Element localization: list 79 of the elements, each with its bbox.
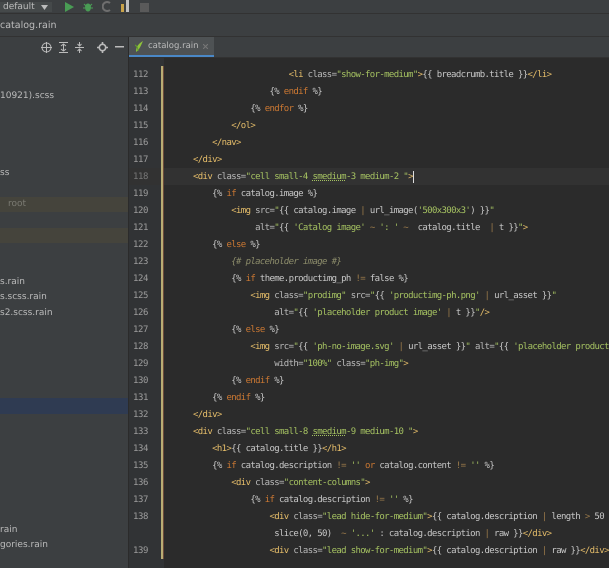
code-line: {% endfor %} bbox=[249, 104, 308, 114]
code-line: {% else %} bbox=[211, 240, 260, 250]
line-number: 127 bbox=[132, 324, 150, 334]
code-line: {% else %} bbox=[230, 324, 280, 334]
line-number: 130 bbox=[132, 376, 150, 386]
code-line: <img class="prodimg" src="{{ 'productimg-ph.png' | url_asset }}" bbox=[249, 290, 556, 300]
collapse-all-icon[interactable] bbox=[75, 42, 84, 52]
line-number: 113 bbox=[132, 86, 150, 96]
code-line: <div class="content-columns"> bbox=[230, 478, 370, 488]
line-number: 126 bbox=[132, 308, 150, 318]
line-number: 122 bbox=[132, 240, 150, 250]
code-line: <div class="lead hide-for-medium">{{ catalog.description | length > 50 bbox=[268, 512, 604, 522]
settings-icon[interactable] bbox=[97, 42, 108, 52]
code-line: slice(0, 50) ~ '...' : catalog.description | raw }}</div> bbox=[273, 528, 552, 538]
line-number: 136 bbox=[132, 478, 150, 488]
line-number: 120 bbox=[132, 206, 150, 216]
line-number: 134 bbox=[132, 444, 150, 454]
line-number: 124 bbox=[132, 274, 150, 284]
line-number: 133 bbox=[132, 426, 150, 436]
tree-row[interactable]: s2.scss.rain bbox=[0, 305, 128, 320]
breadcrumb-item[interactable]: catalog.rain bbox=[0, 20, 56, 30]
code-line: {# placeholder image #} bbox=[230, 256, 342, 266]
run-configuration-dropdown[interactable]: default bbox=[0, 2, 52, 12]
line-number: 138 bbox=[132, 512, 150, 522]
run-icon[interactable] bbox=[64, 2, 74, 12]
line-number: 135 bbox=[132, 460, 150, 470]
line-number: 129 bbox=[132, 358, 150, 368]
code-line: </ol> bbox=[230, 120, 256, 130]
editor-tab[interactable]: catalog.rain bbox=[129, 37, 214, 57]
leaf-icon bbox=[135, 40, 144, 52]
tree-row[interactable]: ss bbox=[0, 166, 128, 181]
tree-row[interactable]: 10921).scss bbox=[0, 88, 128, 104]
code-line: <div class="cell small-8 smedium-9 medium-10 "> bbox=[193, 426, 418, 436]
code-line: </div> bbox=[193, 410, 222, 420]
line-number: 123 bbox=[132, 256, 150, 266]
line-number: 132 bbox=[132, 410, 150, 420]
code-line: {% if catalog.image %} bbox=[211, 188, 318, 198]
line-number: 125 bbox=[132, 290, 150, 300]
crosshair-icon[interactable] bbox=[41, 42, 52, 52]
line-number: 119 bbox=[132, 188, 150, 198]
coverage-icon[interactable] bbox=[102, 1, 112, 12]
code-line: alt="{{ 'Catalog image' ~ ': ' ~ catalog.title | t }}"> bbox=[254, 222, 528, 232]
line-number: 115 bbox=[132, 120, 150, 130]
tree-row[interactable]: s.rain bbox=[0, 274, 128, 290]
profiler-icon[interactable] bbox=[120, 0, 131, 12]
code-line: </nav> bbox=[211, 138, 241, 148]
code-line: <img src="{{ catalog.image | url_image('500x300x3') }}" bbox=[230, 206, 494, 216]
tree-row[interactable]: s.scss.rain bbox=[0, 290, 128, 305]
line-number: 117 bbox=[132, 154, 150, 164]
code-line: {% endif %} bbox=[268, 86, 322, 96]
expand-all-icon[interactable] bbox=[59, 42, 68, 52]
code-line: alt="{{ 'placeholder product image' | t }}"/> bbox=[273, 308, 490, 318]
line-number: 114 bbox=[132, 104, 150, 114]
tree-row[interactable]: gories.rain bbox=[0, 538, 128, 553]
code-line: {% endif %} bbox=[230, 376, 284, 386]
line-number: 139 bbox=[132, 546, 150, 556]
line-number: 112 bbox=[132, 70, 150, 80]
line-number: 128 bbox=[132, 342, 150, 352]
code-line: {% if catalog.description != '' %} bbox=[249, 494, 413, 504]
bug-icon[interactable] bbox=[82, 1, 93, 12]
close-icon[interactable] bbox=[202, 44, 208, 48]
code-line: <li class="show-for-medium">{{ breadcrumb.title }}</li> bbox=[288, 70, 552, 80]
tree-row[interactable]: rain bbox=[0, 522, 128, 538]
code-line: <h1>{{ catalog.title }}</h1> bbox=[211, 444, 346, 454]
caret-icon bbox=[40, 4, 48, 10]
code-line: {% endif %} bbox=[211, 392, 265, 402]
minimize-icon[interactable] bbox=[115, 46, 124, 48]
code-line: <div class="cell small-4 smedium-3 medium-2 "> bbox=[193, 170, 414, 182]
line-number: 121 bbox=[132, 222, 150, 232]
code-line: {% if theme.productimg_ph != false %} bbox=[230, 274, 408, 284]
code-line: width="100%" class="ph-img"> bbox=[273, 358, 408, 368]
line-number: 116 bbox=[132, 138, 150, 148]
code-line: {% if catalog.description != '' or catalog.content != '' %} bbox=[211, 460, 494, 470]
line-number: 118 bbox=[132, 172, 150, 182]
line-number: 131 bbox=[132, 392, 150, 402]
code-line: </div> bbox=[193, 154, 222, 164]
code-line: <div class="lead show-for-medium">{{ catalog.description | raw }}</div> bbox=[268, 546, 609, 556]
line-number: 137 bbox=[132, 494, 150, 504]
code-line: <img src="{{ 'ph-no-image.svg' | url_asset }}" alt="{{ 'placeholder product bbox=[249, 342, 609, 352]
